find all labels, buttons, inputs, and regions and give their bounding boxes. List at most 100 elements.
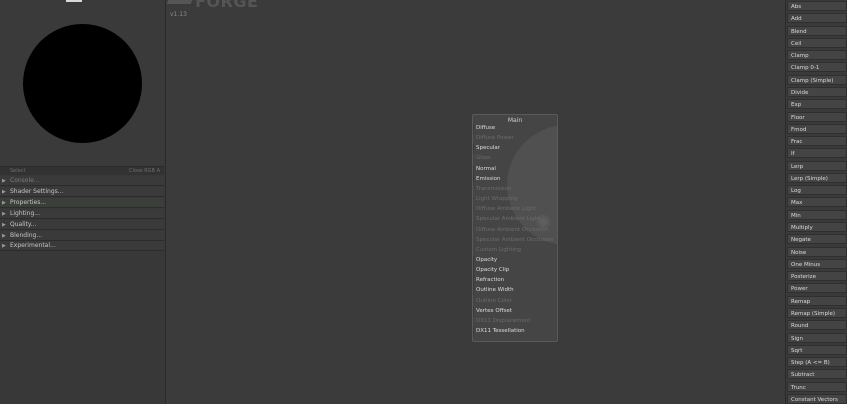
section-label: Console...	[10, 177, 40, 184]
section-label: Lighting...	[10, 209, 40, 217]
section-label: Properties...	[10, 198, 47, 206]
node-button[interactable]: Multiply	[787, 222, 847, 233]
node-button[interactable]: Min	[787, 209, 847, 220]
node-button[interactable]: Power	[787, 283, 847, 294]
section-properties[interactable]: ▶ Properties...	[0, 197, 164, 208]
preview-tab-handle[interactable]	[66, 0, 82, 2]
main-node[interactable]: ✺ Main Diffuse Diffuse Power Specular Gloss…	[472, 114, 558, 342]
section-label: Quality...	[10, 220, 37, 228]
port-vertex-offset[interactable]: Vertex Offset	[473, 306, 557, 317]
expand-triangle-icon: ▶	[2, 243, 6, 250]
port-label: Emission	[476, 175, 501, 182]
port-label: Gloss	[476, 155, 491, 162]
left-panel: Select Close RGB A ▶ Console... ▶ Shader Se…	[0, 0, 166, 404]
node-button[interactable]: Negate	[787, 234, 847, 245]
node-button[interactable]: Divide	[787, 86, 847, 97]
port-diffuse-ambient-light[interactable]: Diffuse Ambient Light	[473, 204, 557, 214]
port-label: Specular Ambient Light	[476, 216, 541, 223]
port-outline-width[interactable]: Outline Width	[473, 285, 557, 297]
port-opacity[interactable]: Opacity	[473, 255, 557, 266]
preview-status-right: Close RGB A	[129, 168, 160, 174]
port-gloss[interactable]: Gloss	[473, 153, 557, 163]
node-button[interactable]: Clamp	[787, 50, 847, 61]
forge-logo-icon	[166, 0, 196, 4]
node-button[interactable]: Round	[787, 320, 847, 331]
port-label: DX11 Tessellation	[476, 328, 525, 334]
section-blending[interactable]: ▶ Blending...	[0, 230, 164, 241]
section-console[interactable]: ▶ Console...	[0, 176, 164, 186]
node-button[interactable]: One Minus	[787, 258, 847, 269]
port-custom-lighting[interactable]: Custom Lighting	[473, 245, 557, 255]
section-label: Experimental...	[10, 242, 56, 250]
node-button[interactable]: Max	[787, 197, 847, 208]
node-button[interactable]: Posterize	[787, 271, 847, 282]
node-button[interactable]: Frac	[787, 136, 847, 147]
node-button[interactable]: Clamp 0-1	[787, 62, 847, 73]
port-light-wrapping[interactable]: Light Wrapping	[473, 194, 557, 204]
expand-triangle-icon: ▶	[2, 188, 6, 195]
port-emission[interactable]: Emission	[473, 174, 557, 185]
section-lighting[interactable]: ▶ Lighting...	[0, 208, 164, 219]
node-button[interactable]: Fmod	[787, 123, 847, 134]
preview-sphere[interactable]	[23, 24, 142, 143]
port-specular[interactable]: Specular	[473, 143, 557, 155]
node-button[interactable]: Ceil	[787, 37, 847, 48]
node-button[interactable]: Sign	[787, 332, 847, 343]
expand-triangle-icon: ▶	[2, 210, 6, 217]
expand-triangle-icon: ▶	[2, 199, 6, 206]
port-label: Custom Lighting	[476, 246, 522, 253]
port-transmission[interactable]: Transmission	[473, 184, 557, 194]
section-quality[interactable]: ▶ Quality...	[0, 219, 164, 230]
port-label: Refraction	[476, 277, 505, 284]
port-diffuse[interactable]: Diffuse	[473, 123, 557, 134]
port-dx11-displacement[interactable]: DX11 Displacement	[473, 316, 557, 326]
node-button[interactable]: Trunc	[787, 381, 847, 392]
port-outline-color[interactable]: Outline Color	[473, 296, 557, 306]
node-button[interactable]: If	[787, 148, 847, 159]
section-label: Blending...	[10, 231, 43, 239]
port-refraction[interactable]: Refraction	[473, 275, 557, 287]
port-specular-ambient-occlusion[interactable]: Specular Ambient Occlusion	[473, 235, 557, 245]
node-button[interactable]: Step (A <= B)	[787, 357, 847, 368]
node-canvas[interactable]: FORGE v1.13 ✺ Main Diffuse Diffuse Power S…	[166, 0, 784, 404]
port-connector[interactable]	[473, 327, 474, 337]
port-label: Outline Color	[476, 297, 513, 304]
node-button[interactable]: Remap (Simple)	[787, 308, 847, 318]
node-button[interactable]: Lerp (Simple)	[787, 172, 847, 183]
logo-text: FORGE	[195, 0, 259, 11]
port-diffuse-power[interactable]: Diffuse Power	[473, 133, 557, 143]
node-button[interactable]: Remap	[787, 295, 847, 306]
port-normal[interactable]: Normal	[473, 164, 557, 175]
section-shader-settings[interactable]: ▶ Shader Settings...	[0, 186, 164, 197]
preview-statusbar: Select Close RGB A	[0, 167, 164, 175]
port-label: Transmission	[476, 185, 512, 192]
expand-triangle-icon: ▶	[2, 232, 6, 239]
node-button[interactable]: Blend	[787, 25, 847, 36]
node-button[interactable]: Constant Vectors	[787, 393, 847, 404]
port-label: Diffuse Ambient Light	[476, 206, 536, 213]
node-button[interactable]: Abs	[787, 1, 847, 11]
node-button[interactable]: Subtract	[787, 369, 847, 380]
section-label: Shader Settings...	[10, 187, 64, 195]
node-button[interactable]: Exp	[787, 99, 847, 110]
port-opacity-clip[interactable]: Opacity Clip	[473, 265, 557, 277]
node-button[interactable]: Noise	[787, 246, 847, 257]
section-experimental[interactable]: ▶ Experimental...	[0, 241, 164, 252]
port-specular-ambient-light[interactable]: Specular Ambient Light	[473, 214, 557, 224]
port-dx11-tessellation[interactable]: DX11 Tessellation	[473, 326, 557, 337]
node-button[interactable]: Clamp (Simple)	[787, 74, 847, 85]
node-button[interactable]: Log	[787, 185, 847, 196]
node-button[interactable]: Add	[787, 13, 847, 24]
port-label: DX11 Displacement	[476, 317, 531, 324]
preview-viewport[interactable]	[0, 0, 164, 167]
node-button[interactable]: Lerp	[787, 160, 847, 171]
node-button[interactable]: Sqrt	[787, 344, 847, 355]
port-label: Diffuse Ambient Occlusion	[476, 226, 549, 233]
node-list-panel: Abs Add Blend Ceil Clamp Clamp 0-1 Clamp (Simp…	[785, 0, 847, 404]
port-label: Opacity Clip	[476, 267, 510, 274]
port-diffuse-ambient-occlusion[interactable]: Diffuse Ambient Occlusion	[473, 225, 557, 235]
port-label: Diffuse	[476, 125, 496, 131]
node-button[interactable]: Floor	[787, 111, 847, 122]
port-label: Light Wrapping	[476, 196, 518, 203]
expand-triangle-icon: ▶	[2, 178, 6, 184]
